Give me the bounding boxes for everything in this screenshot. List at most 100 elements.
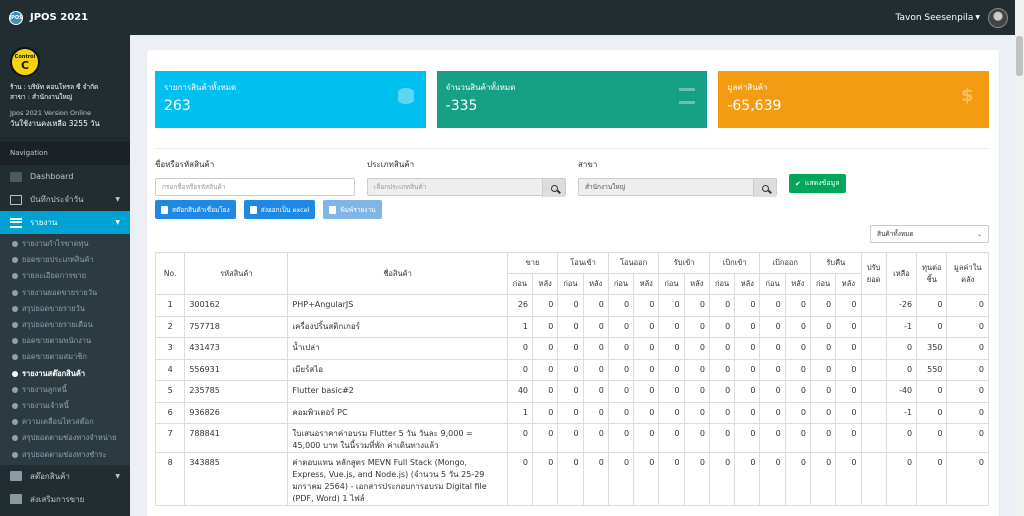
avatar[interactable] [988, 7, 1008, 28]
branch-input[interactable]: สำนักงานใหญ่ [578, 178, 777, 197]
table-row[interactable]: 7 788841 ใบเสนอราคาค่าอบรม Flutter 5 วัน ว… [154, 423, 989, 453]
table-cell: 0 [582, 358, 609, 381]
table-cell: 0 [784, 380, 811, 403]
filter-type: ประเภทสินค้า เลือกประเภทสินค้า [367, 158, 566, 197]
filter-form: ชื่อหรือรหัสสินค้า กรอกชื่อหรือรหัสสินค้… [155, 158, 989, 198]
submenu-item[interactable]: สรุปยอดตามช่องทางจำหน่าย [0, 430, 130, 446]
version-text: Jpos 2021 Version Online [10, 109, 92, 117]
check-icon: ✔ [795, 179, 801, 188]
app-title: JPOS 2021 [30, 12, 89, 23]
info-box-value: มูลค่าสินค้า -65,639 $ [718, 71, 990, 128]
remaining-days: วันใช้งานคงเหลือ 3255 วัน [10, 119, 100, 128]
info-box-quantity: จำนวนสินค้าทั้งหมด -335 [436, 71, 708, 128]
table-row[interactable]: 4 556931 เมียร์สไอ 0 0 0 0 0 0 0 0 0 0 0 0 0 0 0 550 0 [154, 358, 989, 381]
chevron-down-icon: ▼ [115, 472, 120, 480]
table-cell: 0 [607, 401, 635, 424]
show-data-button[interactable]: ✔ แสดงข้อมูล [789, 174, 846, 193]
sidebar-item-dashboard[interactable]: Dashboard [0, 165, 130, 188]
caret-down-icon: ▼ [975, 14, 980, 21]
table-row[interactable]: 3 431473 น้ำเปล่า 0 0 0 0 0 0 0 0 0 0 0 0 0 0 0 350 0 [154, 337, 989, 360]
submenu-item[interactable]: สรุปยอดตามช่องทางชำระ [0, 446, 130, 462]
col-after: หลัง [784, 273, 811, 295]
user-menu[interactable]: Tavon Seesenpila ▼ [896, 7, 1024, 28]
table-cell: 0 [759, 452, 786, 506]
table-cell: 0 [734, 294, 761, 317]
table-cell: 0 [916, 315, 948, 338]
submenu-item-stock-report[interactable]: รายงานสต๊อกสินค้า [0, 366, 130, 382]
submenu-item[interactable]: รายงานเจ้าหนี้ [0, 398, 130, 414]
circle-icon [12, 305, 18, 312]
table-row[interactable]: 1 300162 PHP+AngularJS 26 0 0 0 0 0 0 0 0 0 0 0 0 0 -26 0 0 [154, 294, 989, 317]
product-type-input[interactable]: เลือกประเภทสินค้า [367, 178, 566, 197]
table-cell: 0 [607, 294, 635, 317]
col-remain: เหลือ [885, 252, 918, 295]
nav-header: Navigation [0, 141, 130, 165]
tag-icon [10, 494, 22, 505]
table-cell: 0 [835, 380, 862, 403]
table-cell: 0 [784, 452, 811, 506]
submenu-item[interactable]: สรุปยอดขายรายเดือน [0, 317, 130, 333]
col-after: หลัง [835, 273, 862, 295]
print-report-button[interactable]: พิมพ์รายงาน [323, 200, 382, 219]
table-cell: 936826 [184, 401, 289, 424]
branch-name: สาขา : สำนักงานใหญ่ [10, 93, 73, 101]
table-cell: 0 [506, 423, 534, 453]
product-filter-select[interactable]: สินค้าทั้งหมด ⌄ [870, 225, 989, 243]
table-cell: 0 [835, 315, 862, 338]
search-button[interactable] [542, 179, 565, 197]
upload-icon [249, 205, 257, 214]
table-cell: 0 [607, 337, 635, 360]
sidebar-item-promotion[interactable]: ส่งเสริมการขาย [0, 488, 130, 511]
table-row[interactable]: 5 235785 Flutter basic#2 40 0 0 0 0 0 0 0 0 0 0 0 0 0 -40… [154, 380, 989, 403]
table-cell: 0 [607, 358, 635, 381]
circle-icon [12, 241, 18, 248]
table-cell: 0 [946, 294, 989, 317]
submenu-item[interactable]: รายละเอียดการขาย [0, 268, 130, 284]
table-cell: 0 [658, 337, 685, 360]
scroll-thumb[interactable] [1016, 36, 1023, 76]
table-cell: 0 [809, 315, 837, 338]
table-cell: 0 [557, 423, 584, 453]
table-cell: 0 [734, 358, 761, 381]
table-cell: 0 [946, 401, 989, 424]
table-row[interactable]: 2 757718 เครื่องปริ้นสติกเกอร์ 1 0 0 0 0 0 0 0 0 0 0 0… [154, 315, 989, 338]
table-row[interactable]: 6 936826 คอมพิวเตอร์ PC 1 0 0 0 0 0 0 0 0 0 0 0 0 0 -1 0 0 [154, 401, 989, 424]
calendar-icon [10, 194, 22, 205]
brand[interactable]: JPOS JPOS 2021 [0, 0, 130, 35]
table-cell: 0 [784, 401, 811, 424]
table-cell: 40 [506, 380, 534, 403]
table-row[interactable]: 8 343885 ค่าตอบแทน หลักสูตร MEVN Full Stac… [154, 452, 989, 506]
table-cell: 0 [607, 452, 635, 506]
product-search-input[interactable]: กรอกชื่อหรือรหัสสินค้า [155, 178, 355, 196]
search-button[interactable] [753, 179, 776, 197]
sidebar-item-report[interactable]: รายงาน ▼ [0, 211, 130, 234]
table-cell: 0 [835, 452, 862, 506]
submenu-item[interactable]: ความเคลื่อนไหวสต๊อก [0, 414, 130, 430]
submenu-item[interactable]: ยอดขายตามพนักงาน [0, 333, 130, 349]
table-cell: 0 [759, 315, 786, 338]
col-name: ชื่อสินค้า [287, 252, 508, 295]
table-cell: 0 [835, 401, 862, 424]
submenu-item[interactable]: รายงานยอดขายรายวัน [0, 285, 130, 301]
submenu-item[interactable]: รายงานกำไรขาดทุน [0, 236, 130, 252]
file-icon [161, 205, 168, 214]
table-cell: 0 [683, 452, 710, 506]
table-cell: -1 [885, 401, 918, 424]
table-cell: 0 [734, 380, 761, 403]
table-cell: 0 [633, 358, 660, 381]
submenu-item[interactable]: รายงานลูกหนี้ [0, 382, 130, 398]
col-transfer-out: โอนออก [607, 252, 660, 274]
table-cell: 0 [683, 423, 710, 453]
submenu-item[interactable]: สรุปยอดขายรายวัน [0, 301, 130, 317]
control-logo: Control C [10, 47, 40, 77]
table-cell: 0 [734, 315, 761, 338]
sidebar-item-stock[interactable]: สต๊อกสินค้า ▼ [0, 465, 130, 488]
table-cell: -40 [885, 380, 918, 403]
page-scrollbar[interactable] [1015, 0, 1024, 516]
table-cell: 0 [759, 294, 786, 317]
export-excel-button[interactable]: ส่งออกเป็น excel [243, 200, 316, 219]
submenu-item[interactable]: ยอดขายตามสมาชิก [0, 349, 130, 365]
linked-stock-button[interactable]: สต๊อกสินค้าเชื่อมโยง [155, 200, 236, 219]
sidebar-item-daily[interactable]: บันทึกประจำวัน ▼ [0, 188, 130, 211]
submenu-item[interactable]: ยอดขายประเภทสินค้า [0, 252, 130, 268]
